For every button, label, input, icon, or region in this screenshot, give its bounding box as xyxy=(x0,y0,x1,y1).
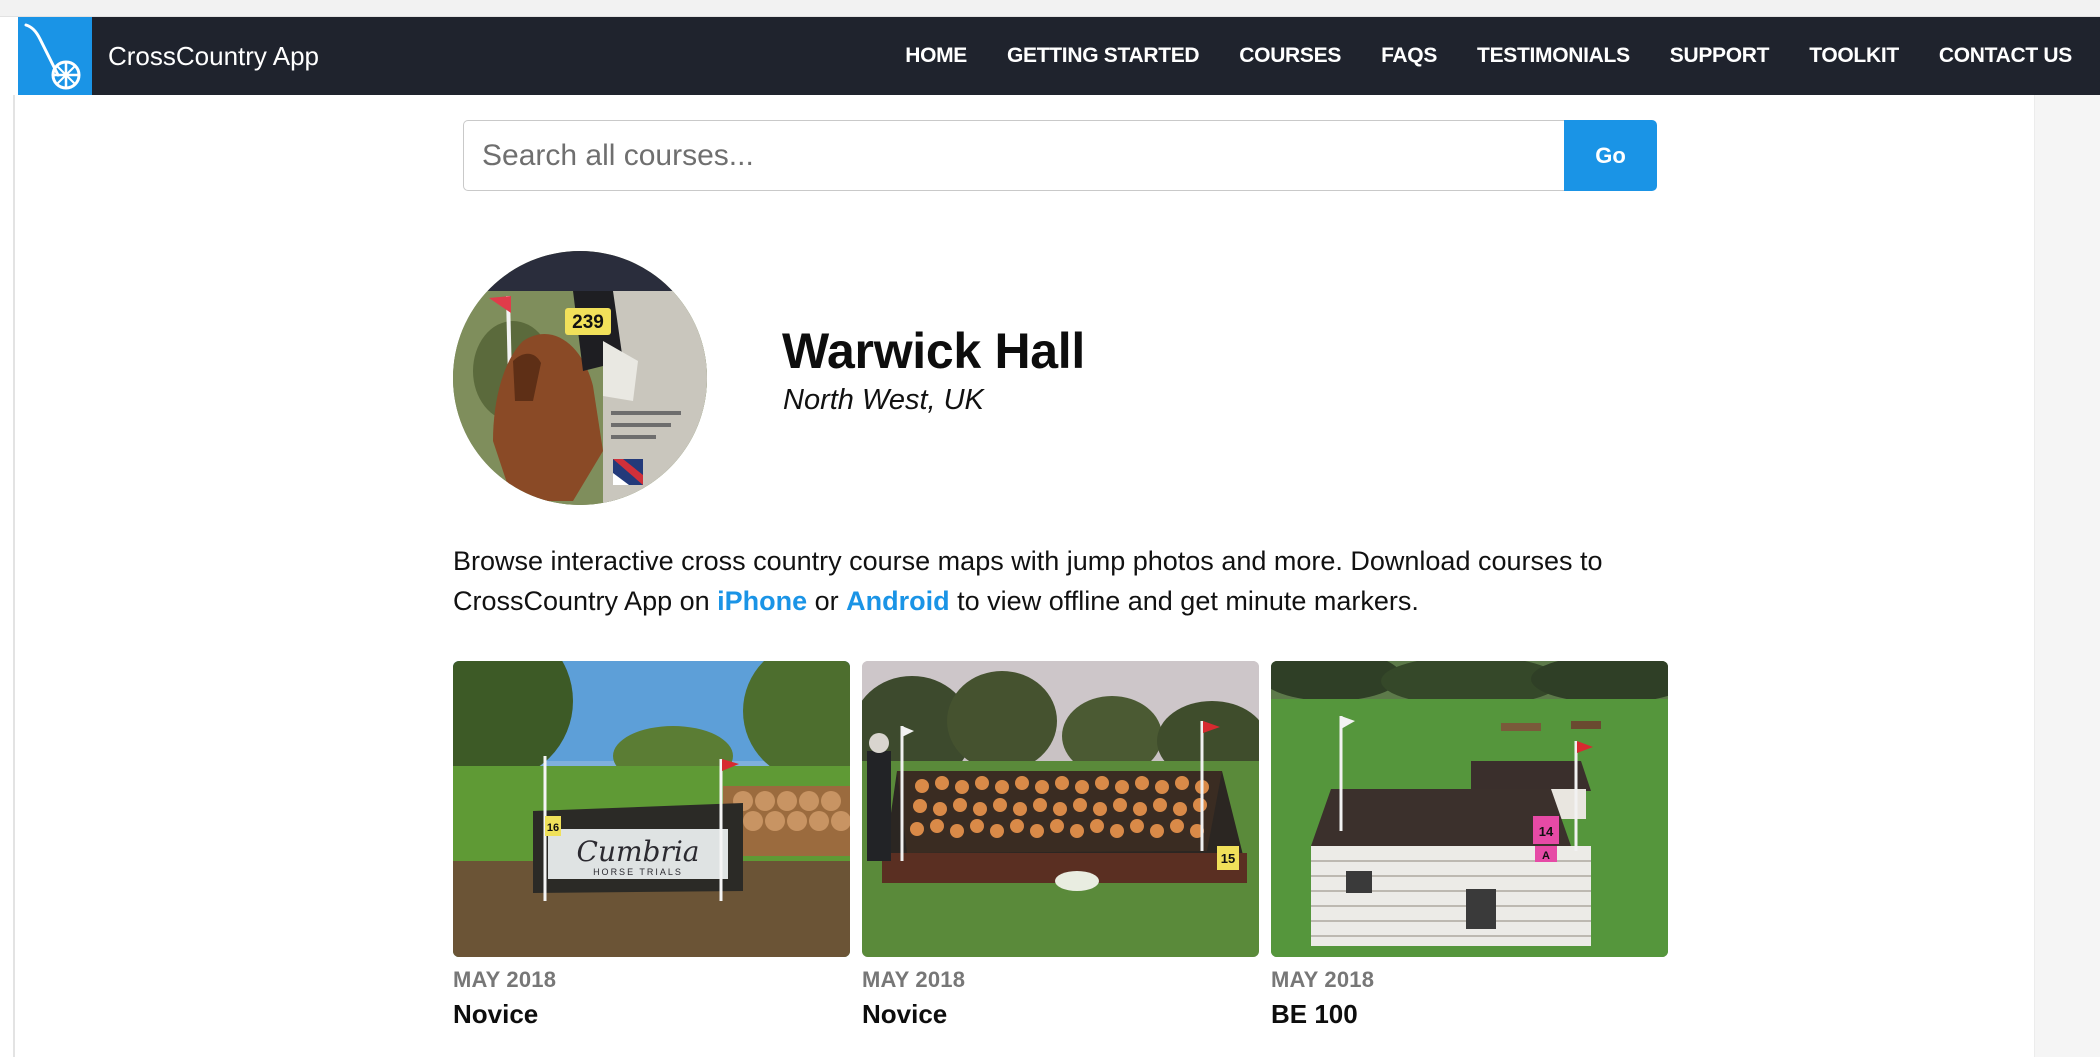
intro-text-after: to view offline and get minute markers. xyxy=(949,586,1419,616)
main-nav: HOME GETTING STARTED COURSES FAQS TESTIM… xyxy=(865,17,2072,95)
browser-top-edge xyxy=(0,0,2100,17)
course-date: MAY 2018 xyxy=(453,967,557,992)
page-title: Warwick Hall xyxy=(782,323,1085,379)
course-wheel-icon xyxy=(24,23,81,90)
top-navbar: CrossCountry App HOME GETTING STARTED CO… xyxy=(18,17,2100,95)
course-list: Cumbria HORSE TRIALS 16 MAY 2018 Novice xyxy=(453,661,1668,1041)
course-card[interactable]: Cumbria HORSE TRIALS 16 MAY 2018 Novice xyxy=(453,661,850,1041)
course-photo[interactable]: 14 A xyxy=(1271,661,1668,957)
svg-text:A: A xyxy=(1542,850,1550,862)
course-title[interactable]: BE 100 xyxy=(1271,999,1668,1030)
intro-paragraph: Browse interactive cross country course … xyxy=(453,541,1683,621)
course-title[interactable]: Novice xyxy=(453,999,850,1030)
svg-text:Cumbria: Cumbria xyxy=(577,835,700,868)
nav-getting-started[interactable]: GETTING STARTED xyxy=(1007,44,1200,68)
search-input[interactable] xyxy=(463,120,1564,191)
page: CrossCountry App HOME GETTING STARTED CO… xyxy=(0,0,2100,1057)
course-date: MAY 2018 xyxy=(862,967,966,992)
intro-text-middle: or xyxy=(807,586,847,616)
svg-text:239: 239 xyxy=(572,312,604,333)
nav-faqs[interactable]: FAQS xyxy=(1381,44,1437,68)
page-right-gutter xyxy=(2034,95,2100,1057)
svg-text:14: 14 xyxy=(1539,824,1554,839)
course-date: MAY 2018 xyxy=(1271,967,1375,992)
course-card[interactable]: 15 MAY 2018 Novice xyxy=(862,661,1259,1041)
course-photo[interactable]: 15 xyxy=(862,661,1259,957)
svg-text:HORSE TRIALS: HORSE TRIALS xyxy=(593,867,683,877)
venue-avatar: 239 xyxy=(453,251,707,505)
course-card[interactable]: 14 A MAY 2018 BE 100 xyxy=(1271,661,1668,1041)
svg-text:15: 15 xyxy=(1221,851,1235,866)
nav-support[interactable]: SUPPORT xyxy=(1670,44,1770,68)
nav-contact-us[interactable]: CONTACT US xyxy=(1939,44,2072,68)
nav-home[interactable]: HOME xyxy=(905,44,967,68)
iphone-link[interactable]: iPhone xyxy=(717,586,807,616)
svg-text:16: 16 xyxy=(547,822,559,834)
course-title[interactable]: Novice xyxy=(862,999,1259,1030)
nav-toolkit[interactable]: TOOLKIT xyxy=(1809,44,1899,68)
search-go-button[interactable]: Go xyxy=(1564,120,1657,191)
nav-testimonials[interactable]: TESTIMONIALS xyxy=(1477,44,1630,68)
brand-name[interactable]: CrossCountry App xyxy=(108,41,319,72)
venue-location: North West, UK xyxy=(783,384,984,416)
course-search: Go xyxy=(463,120,1657,191)
android-link[interactable]: Android xyxy=(846,586,949,616)
course-photo[interactable]: Cumbria HORSE TRIALS 16 xyxy=(453,661,850,957)
page-left-border xyxy=(13,95,15,1057)
nav-courses[interactable]: COURSES xyxy=(1239,44,1341,68)
brand-logo[interactable] xyxy=(18,17,92,95)
